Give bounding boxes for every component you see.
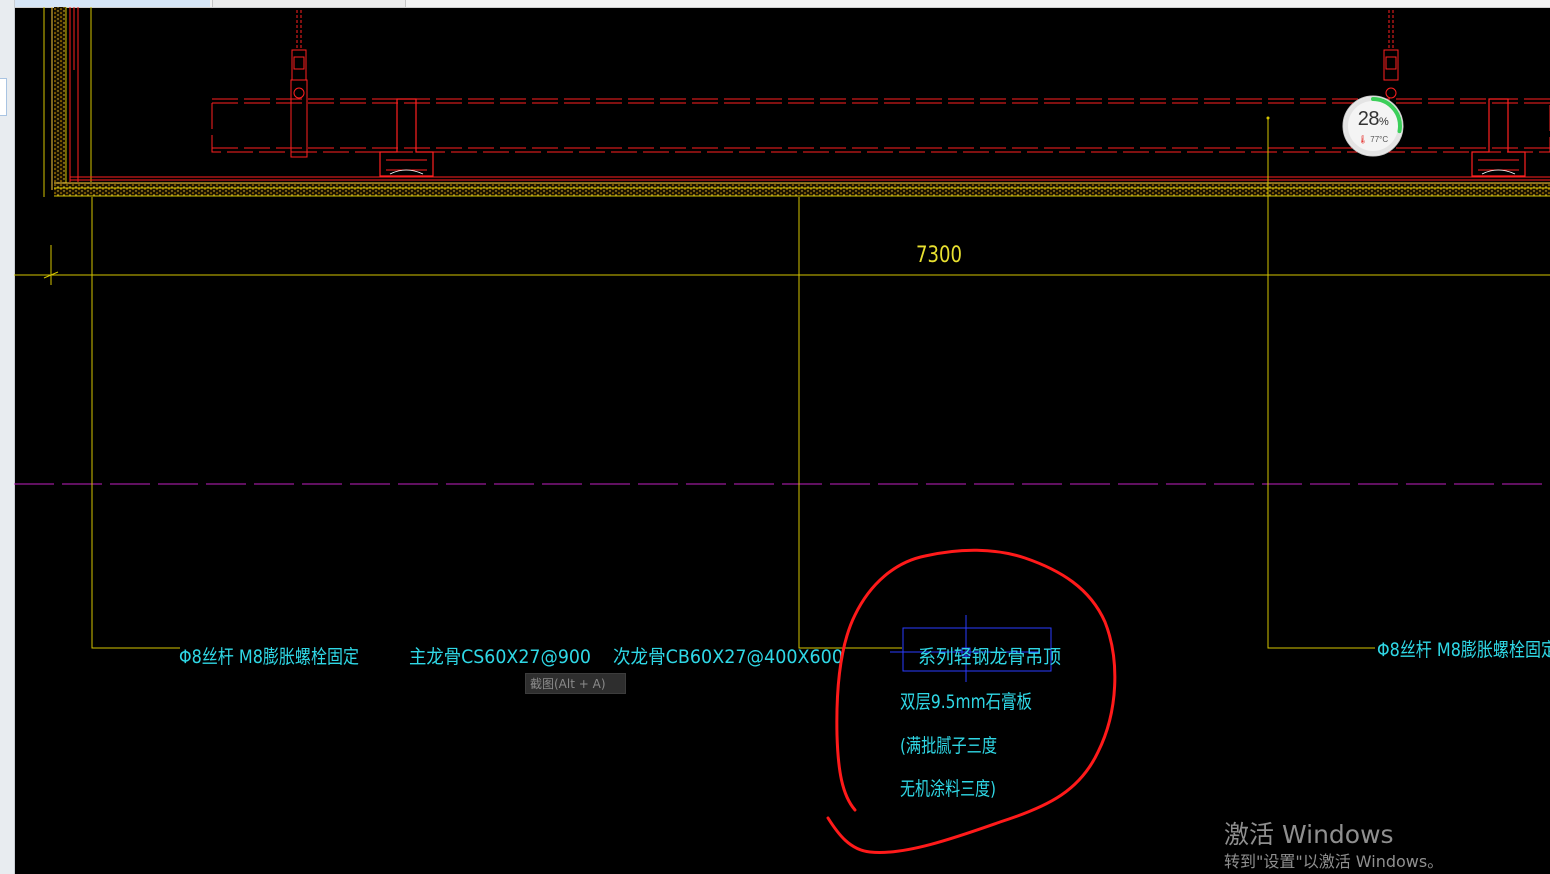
secondary-keel-clip-right [1471, 98, 1526, 177]
label-main-keel: 主龙骨CS60X27@900 [409, 646, 591, 668]
gauge-temp-value: 77°C [1370, 135, 1389, 144]
watermark-title: 激活 Windows [1224, 820, 1394, 849]
tab-active[interactable] [14, 0, 210, 7]
tab-inactive[interactable] [212, 0, 406, 7]
gauge-percent-unit: % [1378, 116, 1389, 128]
label-paint: 无机涂料三度) [900, 778, 996, 800]
secondary-keel-clip-left [379, 98, 434, 177]
label-right-suspension: Φ8丝杆 M8膨胀螺栓固定 [1377, 639, 1550, 661]
gauge-temperature: 🌡 77°C [1340, 135, 1406, 144]
gauge-percent-value: 28 [1357, 108, 1380, 130]
dimension-line [14, 245, 1550, 285]
thermometer-icon: 🌡 [1357, 135, 1369, 144]
left-side-panel [0, 0, 15, 874]
label-ceiling-system: 系列轻钢龙骨吊顶 [918, 646, 1061, 668]
dimension-text: 7300 [916, 243, 962, 268]
windows-activation-watermark: 激活 Windows 转到"设置"以激活 Windows。 [1224, 818, 1443, 872]
cpu-gauge-widget[interactable]: 28% 🌡 77°C [1340, 94, 1406, 158]
label-left-suspension: Φ8丝杆 M8膨胀螺栓固定 [179, 646, 359, 668]
side-panel-tab[interactable] [0, 78, 7, 116]
cad-drawing-canvas[interactable]: 7300 Φ8丝杆 M8膨胀螺栓固定 主龙骨CS60X27@900 次龙骨CB6… [14, 7, 1550, 874]
label-putty: (满批腻子三度 [900, 735, 997, 757]
screenshot-tooltip: 截图(Alt + A) [525, 673, 626, 694]
ceiling-board-layers [54, 176, 1550, 197]
label-secondary-keel: 次龙骨CB60X27@400X600 [613, 646, 843, 668]
left-wall [43, 7, 92, 197]
watermark-subtitle: 转到"设置"以激活 Windows。 [1224, 852, 1444, 871]
hanger-left [290, 10, 308, 158]
label-gypsum-board: 双层9.5mm石膏板 [900, 690, 1032, 713]
hanger-right [1383, 10, 1399, 99]
gauge-percent: 28% [1340, 108, 1406, 131]
